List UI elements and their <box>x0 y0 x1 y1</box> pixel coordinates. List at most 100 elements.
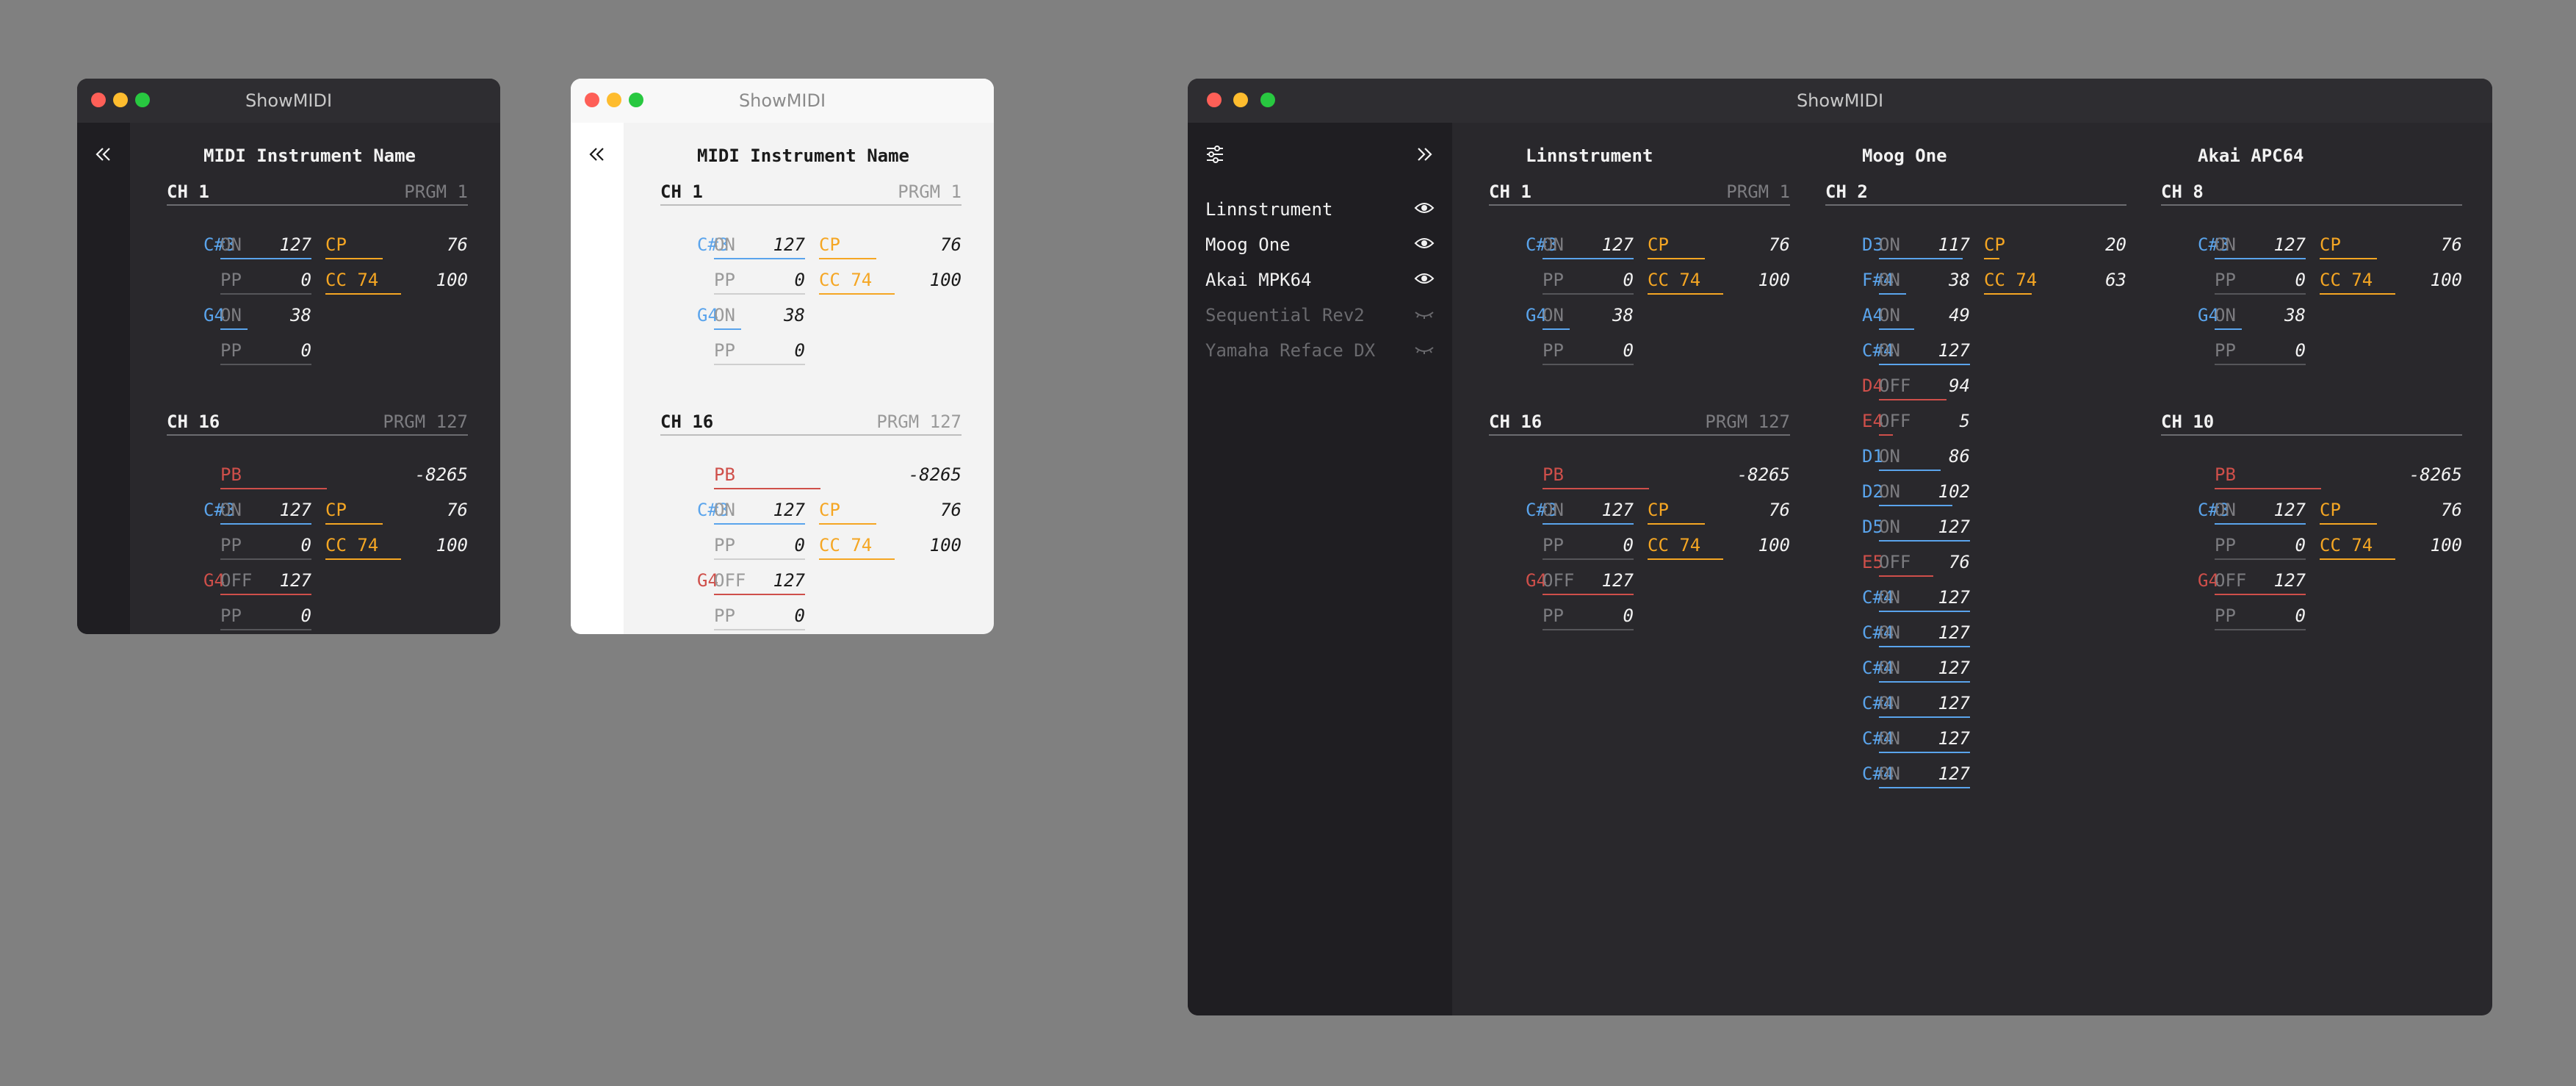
device-item[interactable]: Moog One <box>1188 229 1452 261</box>
note-velocity: 127 <box>1938 658 1970 678</box>
instrument-column: Linnstrument CH 1 PRGM 1 C#3 ON 127 CP 76 PP 0 CC … <box>1489 123 1790 1015</box>
title-bar[interactable]: ShowMIDI <box>77 79 500 123</box>
channel-divider <box>660 434 962 436</box>
channel-label: CH 16 <box>167 411 220 432</box>
cc-value: 76 <box>1769 500 1790 520</box>
program-label: PRGM 127 <box>1705 411 1790 432</box>
cc-value: 63 <box>2105 270 2126 290</box>
device-item[interactable]: Yamaha Reface DX <box>1188 334 1452 367</box>
pitchbend-bar <box>714 488 820 489</box>
cc-label: CC 74 <box>819 535 873 555</box>
note-velocity: 127 <box>1938 693 1970 713</box>
note-status: PP <box>714 270 735 290</box>
cc-label: CP <box>819 500 840 520</box>
note-velocity: 127 <box>1601 500 1634 520</box>
cc-label: CC 74 <box>2320 535 2373 555</box>
title-bar[interactable]: ShowMIDI <box>1188 79 2492 123</box>
cc-label: CC 74 <box>819 270 873 290</box>
velocity-bar <box>1543 293 1634 295</box>
velocity-bar <box>1543 558 1634 560</box>
note-status: ON <box>1879 305 1900 326</box>
pitchbend-bar <box>1543 488 1649 489</box>
channel-label: CH 8 <box>2161 181 2204 202</box>
device-item[interactable]: Sequential Rev2 <box>1188 299 1452 331</box>
double-chevron-left-icon[interactable] <box>94 146 113 165</box>
eye-icon[interactable] <box>1414 236 1435 253</box>
eye-closed-icon[interactable] <box>1414 306 1435 324</box>
note-status: ON <box>220 305 242 326</box>
note-status: PP <box>220 340 242 361</box>
sliders-icon[interactable] <box>1205 144 1225 168</box>
channel-divider <box>1825 204 2126 206</box>
cc-label: CC 74 <box>2320 270 2373 290</box>
cc-label: CP <box>325 234 347 255</box>
cc-label: CC 74 <box>1984 270 2038 290</box>
velocity-bar <box>2215 258 2306 259</box>
note-velocity: 38 <box>1612 305 1634 326</box>
velocity-bar <box>2215 594 2306 595</box>
cc-bar <box>2320 258 2377 259</box>
device-item[interactable]: Akai MPK64 <box>1188 264 1452 296</box>
channel-label: CH 1 <box>167 181 209 202</box>
note-status: ON <box>1879 481 1900 502</box>
note-velocity: 127 <box>773 234 805 255</box>
title-bar[interactable]: ShowMIDI <box>571 79 994 123</box>
program-label: PRGM 1 <box>1726 181 1790 202</box>
velocity-bar <box>2215 364 2306 365</box>
note-velocity: 0 <box>1623 340 1634 361</box>
eye-closed-icon[interactable] <box>1414 342 1435 359</box>
pitchbend-label: PB <box>714 464 735 485</box>
cc-value: 100 <box>1758 535 1790 555</box>
channel-label: CH 1 <box>660 181 703 202</box>
note-velocity: 127 <box>279 500 311 520</box>
device-name: Yamaha Reface DX <box>1205 340 1376 361</box>
cc-bar <box>1648 258 1705 259</box>
note-status: ON <box>2215 500 2236 520</box>
pitchbend-label: PB <box>1543 464 1564 485</box>
note-velocity: 0 <box>2295 270 2306 290</box>
note-status: ON <box>1543 305 1564 326</box>
cc-value: 100 <box>929 535 962 555</box>
device-name: Sequential Rev2 <box>1205 305 1365 326</box>
note-velocity: 38 <box>784 305 805 326</box>
program-label: PRGM 127 <box>876 411 962 432</box>
note-velocity: 38 <box>1949 270 1970 290</box>
channel-divider <box>1489 204 1790 206</box>
channel-divider <box>2161 204 2462 206</box>
channel-divider <box>1489 434 1790 436</box>
cc-value: 76 <box>2441 500 2462 520</box>
eye-icon[interactable] <box>1414 201 1435 218</box>
note-status: PP <box>220 605 242 626</box>
device-item[interactable]: Linnstrument <box>1188 193 1452 226</box>
cc-value: 76 <box>1769 234 1790 255</box>
note-status: ON <box>220 234 242 255</box>
cc-bar <box>325 258 383 259</box>
velocity-bar <box>1879 364 1970 365</box>
velocity-bar <box>1879 434 1893 436</box>
double-chevron-left-icon[interactable] <box>588 146 607 165</box>
double-chevron-right-icon[interactable] <box>1415 146 1434 165</box>
velocity-bar <box>220 328 248 330</box>
program-label: PRGM 1 <box>404 181 468 202</box>
instrument-name: MIDI Instrument Name <box>203 145 416 166</box>
eye-icon[interactable] <box>1414 271 1435 289</box>
channel-label: CH 16 <box>1489 411 1543 432</box>
cc-label: CP <box>325 500 347 520</box>
note-status: PP <box>2215 270 2236 290</box>
cc-label: CC 74 <box>1648 535 1701 555</box>
velocity-bar <box>1879 575 1933 577</box>
cc-bar <box>2320 523 2377 525</box>
note-velocity: 86 <box>1949 446 1970 467</box>
note-status: ON <box>1879 693 1900 713</box>
instrument-name: Linnstrument <box>1526 145 1653 166</box>
note-velocity: 0 <box>1623 605 1634 626</box>
velocity-bar <box>1879 258 1963 259</box>
velocity-bar <box>1879 540 1970 542</box>
note-velocity: 127 <box>279 234 311 255</box>
pitchbend-bar <box>2215 488 2321 489</box>
velocity-bar <box>1879 293 1906 295</box>
note-status: ON <box>714 305 735 326</box>
note-velocity: 127 <box>773 500 805 520</box>
note-status: ON <box>2215 305 2236 326</box>
velocity-bar <box>1879 505 1952 506</box>
